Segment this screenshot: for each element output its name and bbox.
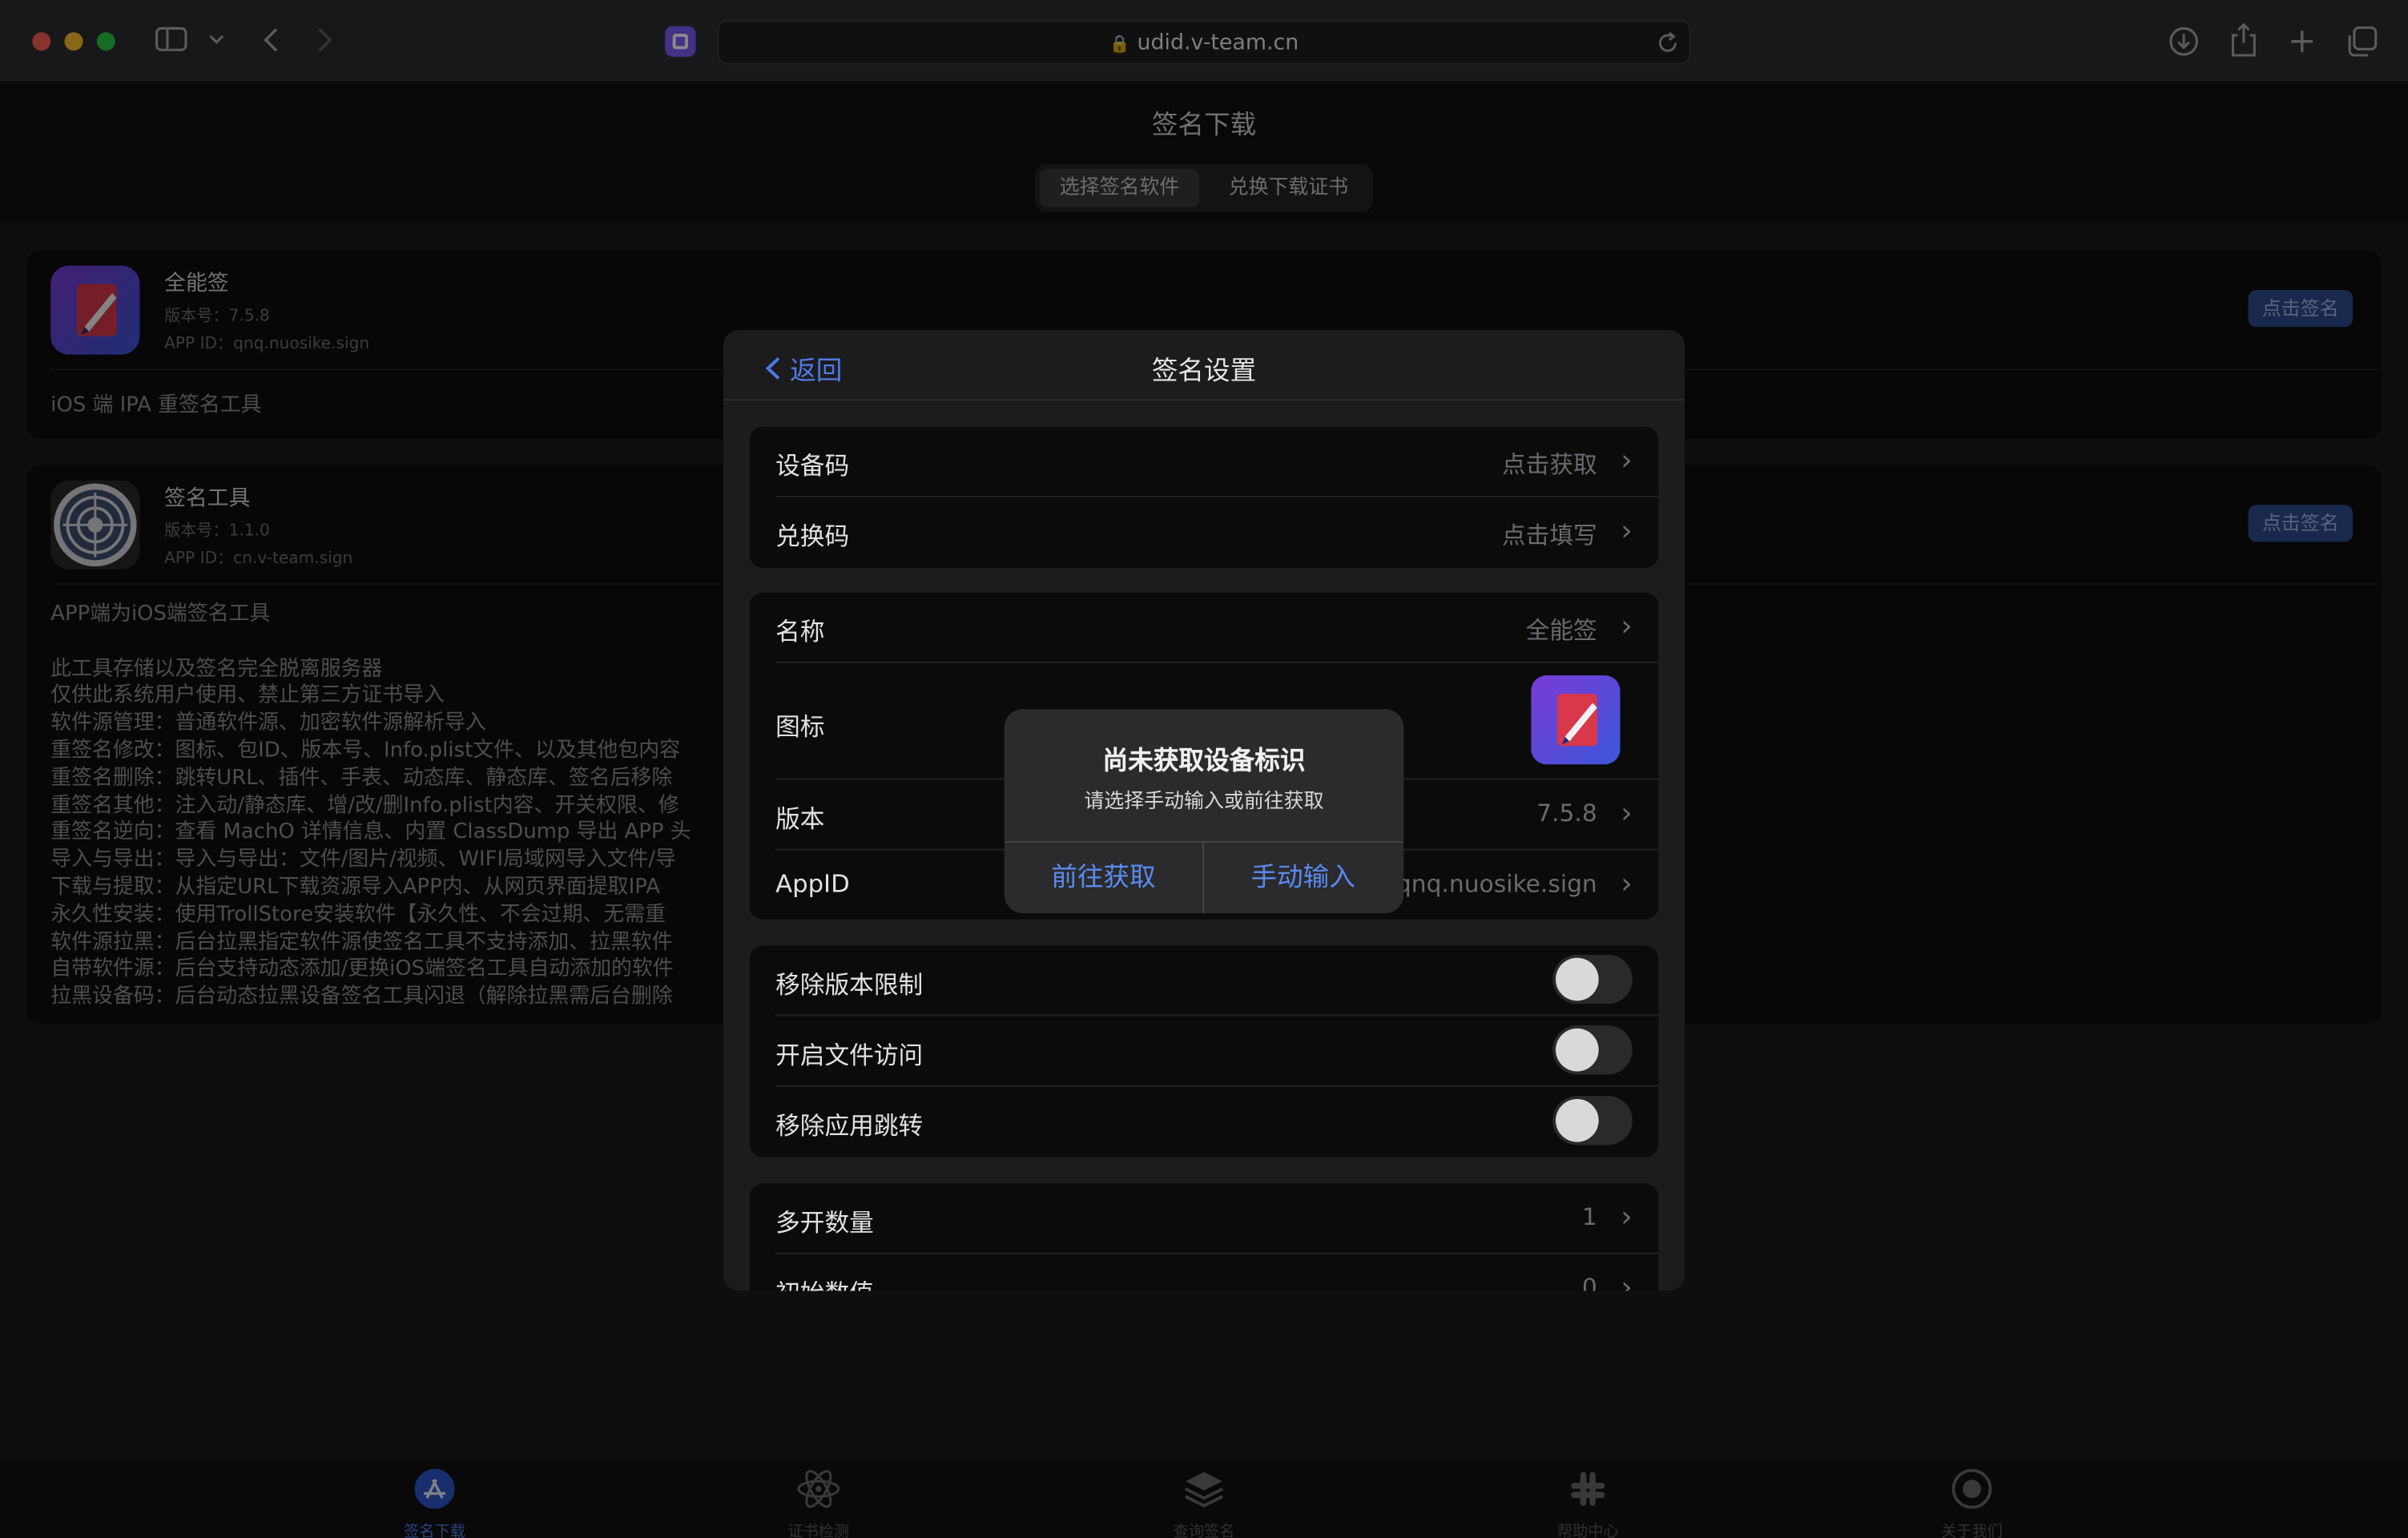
row-label: 开启文件访问 [775,1041,924,1070]
alert-title: 尚未获取设备标识 [1102,746,1306,775]
options-group: 移除版本限制 开启文件访问 移除应用跳转 [749,945,1659,1158]
chevron-right-icon: › [1621,513,1633,549]
chevron-right-icon: › [1621,609,1633,643]
row-value: 点击获取 [1501,451,1597,479]
manual-input-button[interactable]: 手动输入 [1204,843,1402,913]
toggle-switch[interactable] [1552,1025,1633,1075]
chevron-right-icon: › [1621,1200,1633,1234]
remove-app-jump-row: 移除应用跳转 [750,1087,1659,1158]
row-value: 1 [1581,1203,1597,1231]
multi-open-count-row[interactable]: 多开数量 1 › [750,1183,1659,1254]
row-value: 7.5.8 [1536,799,1597,827]
chevron-right-icon: › [1621,867,1633,901]
go-get-button[interactable]: 前往获取 [1005,843,1202,913]
file-access-row: 开启文件访问 [750,1017,1659,1087]
device-group: 设备码 点击获取 › 兑换码 点击填写 › [749,426,1659,568]
row-label: 初始数值 [775,1273,874,1290]
toggle-switch[interactable] [1552,954,1633,1005]
row-label: 多开数量 [775,1208,874,1238]
row-label: 移除应用跳转 [775,1111,924,1141]
row-label: AppID [775,868,850,898]
row-label: 图标 [775,712,825,742]
chevron-right-icon: › [1621,1270,1633,1291]
name-row[interactable]: 名称 全能签 › [750,593,1659,663]
toggle-knob [1556,1098,1599,1142]
app-icon-preview[interactable] [1531,675,1621,765]
multi-open-group: 多开数量 1 › 初始数值 0 › [749,1183,1659,1291]
remove-version-limit-row: 移除版本限制 [750,945,1659,1016]
row-value: 点击填写 [1501,521,1597,550]
toggle-knob [1556,1028,1599,1072]
toggle-knob [1556,957,1599,1001]
row-value: 0 [1581,1274,1597,1291]
sheet-header: 返回 签名设置 [723,330,1685,401]
row-label: 名称 [775,617,825,646]
row-label: 兑换码 [775,521,850,551]
row-value: qnq.nuosike.sign [1395,870,1597,898]
device-code-row[interactable]: 设备码 点击获取 › [750,427,1659,497]
alert-message: 请选择手动输入或前往获取 [1084,790,1324,814]
alert-dialog: 尚未获取设备标识 请选择手动输入或前往获取 前往获取 手动输入 [1004,709,1404,914]
row-label: 版本 [775,804,825,834]
row-label: 设备码 [775,451,850,481]
row-value: 全能签 [1525,617,1597,645]
toggle-switch[interactable] [1552,1096,1633,1145]
row-label: 移除版本限制 [775,970,924,1000]
chevron-right-icon: › [1621,796,1633,831]
pen-book-icon [1556,694,1597,747]
chevron-right-icon: › [1621,443,1633,477]
initial-value-row[interactable]: 初始数值 0 › [750,1254,1659,1291]
sheet-title: 签名设置 [1151,356,1257,387]
redeem-code-row[interactable]: 兑换码 点击填写 › [750,497,1659,568]
